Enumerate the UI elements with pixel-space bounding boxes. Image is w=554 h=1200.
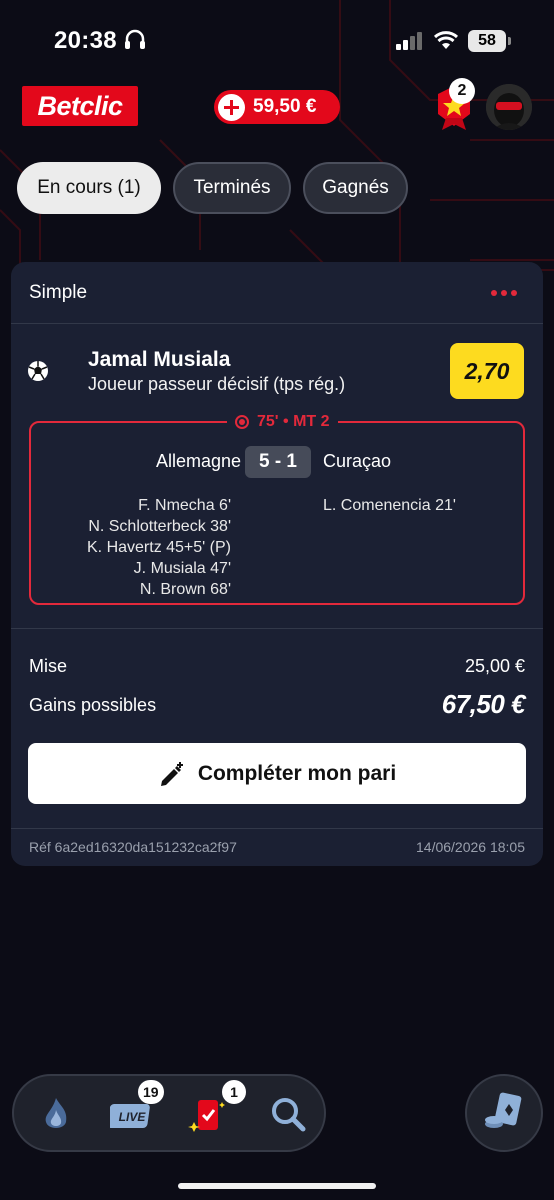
- odds-badge: 2,70: [450, 343, 524, 399]
- stake-label: Mise: [29, 656, 68, 676]
- scorer: F. Nmecha 6': [138, 497, 231, 514]
- wifi-icon: [433, 31, 459, 49]
- complete-bet-button[interactable]: Compléter mon pari: [28, 743, 526, 804]
- scorer: K. Havertz 45+5' (P): [87, 539, 231, 556]
- scorer: J. Musiala 47': [133, 560, 231, 577]
- away-team: Curaçao: [323, 451, 392, 471]
- bets-count-badge: 1: [222, 1080, 246, 1104]
- bet-type: Simple: [29, 282, 88, 303]
- casino-cards-button[interactable]: [465, 1074, 543, 1152]
- avatar[interactable]: [486, 84, 532, 130]
- tab-gagnes[interactable]: Gagnés: [303, 162, 408, 214]
- home-indicator: [178, 1183, 376, 1189]
- tab-en-cours[interactable]: En cours (1): [17, 162, 161, 214]
- status-bar: 20:38 58: [0, 0, 554, 80]
- player-name: Jamal Musiala: [88, 348, 231, 371]
- status-time: 20:38: [54, 27, 117, 54]
- soccer-ball-icon: [28, 361, 48, 381]
- bet-reference: Réf 6a2ed16320da151232ca2f97: [29, 839, 237, 855]
- plus-icon: [218, 93, 245, 121]
- svg-text:LIVE: LIVE: [119, 1110, 147, 1124]
- avatar-image: [486, 84, 532, 130]
- battery-cap: [508, 37, 511, 45]
- tab-termines[interactable]: Terminés: [173, 162, 291, 214]
- away-scorers: L. Comenencia 21': [323, 495, 456, 516]
- more-options-icon[interactable]: [491, 290, 517, 296]
- complete-bet-label: Compléter mon pari: [197, 761, 397, 785]
- bottom-navigation: LIVE 19 1: [12, 1074, 326, 1152]
- search-icon[interactable]: [266, 1092, 310, 1136]
- rewards-count-badge: 2: [449, 78, 475, 104]
- live-status: 75' • MT 2: [227, 411, 338, 433]
- match-scoreboard[interactable]: 75' • MT 2 Allemagne 5 - 1 Curaçao F. Nm…: [29, 411, 525, 605]
- home-scorers: F. Nmecha 6' N. Schlotterbeck 38' K. Hav…: [87, 495, 231, 600]
- cards-chips-icon: [485, 1092, 522, 1128]
- match-score: 5 - 1: [245, 446, 311, 478]
- logo-text: Betclic: [37, 90, 123, 121]
- bet-date: 14/06/2026 18:05: [416, 839, 525, 855]
- divider: [11, 628, 543, 629]
- live-count-badge: 19: [138, 1080, 164, 1104]
- live-icon: [235, 415, 249, 429]
- headphones-icon: [125, 29, 145, 49]
- flame-icon[interactable]: [34, 1092, 78, 1136]
- battery-indicator: 58: [468, 30, 506, 52]
- divider: [11, 323, 543, 324]
- scorer: N. Schlotterbeck 38': [88, 518, 231, 535]
- scorer: L. Comenencia 21': [323, 497, 456, 514]
- scorer: N. Brown 68': [139, 581, 231, 598]
- divider: [11, 828, 543, 829]
- live-time: 75' • MT 2: [257, 413, 330, 430]
- pencil-plus-icon: [160, 761, 183, 786]
- gains-value: 67,50 €: [441, 689, 526, 719]
- gains-label: Gains possibles: [29, 695, 157, 715]
- home-team: Allemagne: [155, 451, 241, 471]
- balance-button[interactable]: 59,50 €: [214, 90, 340, 124]
- betclic-logo[interactable]: Betclic: [22, 86, 138, 126]
- balance-amount: 59,50 €: [253, 96, 317, 117]
- stake-value: 25,00 €: [464, 656, 525, 676]
- signal-icon: [396, 32, 422, 50]
- bet-market: Joueur passeur décisif (tps rég.): [88, 374, 346, 394]
- bet-card: Simple Jamal Musiala Joueur passeur déci…: [11, 262, 543, 866]
